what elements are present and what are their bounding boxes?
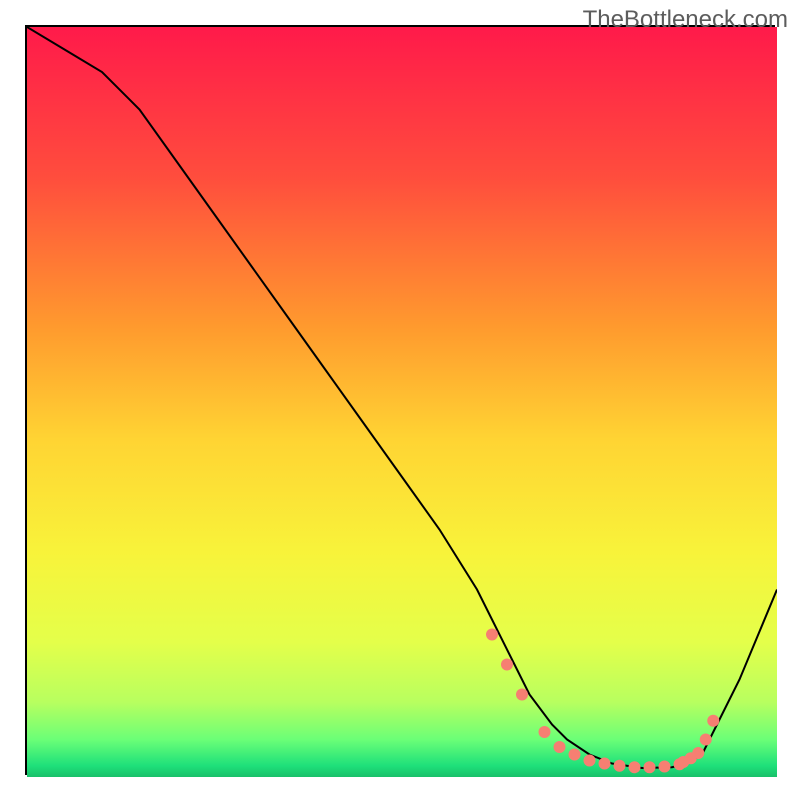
gradient-background bbox=[27, 27, 777, 777]
chart-container: TheBottleneck.com bbox=[0, 0, 800, 800]
marker-dot bbox=[486, 629, 498, 641]
marker-dot bbox=[659, 761, 671, 773]
plot-area bbox=[25, 25, 775, 775]
marker-dot bbox=[700, 734, 712, 746]
marker-dot bbox=[707, 715, 719, 727]
marker-dot bbox=[539, 726, 551, 738]
marker-dot bbox=[644, 761, 656, 773]
marker-dot bbox=[554, 741, 566, 753]
watermark-text: TheBottleneck.com bbox=[583, 6, 788, 34]
marker-dot bbox=[501, 659, 513, 671]
marker-dot bbox=[692, 747, 704, 759]
marker-dot bbox=[614, 760, 626, 772]
marker-dot bbox=[629, 761, 641, 773]
marker-dot bbox=[599, 758, 611, 770]
marker-dot bbox=[516, 689, 528, 701]
marker-dot bbox=[584, 755, 596, 767]
marker-dot bbox=[569, 749, 581, 761]
chart-svg bbox=[27, 27, 777, 777]
